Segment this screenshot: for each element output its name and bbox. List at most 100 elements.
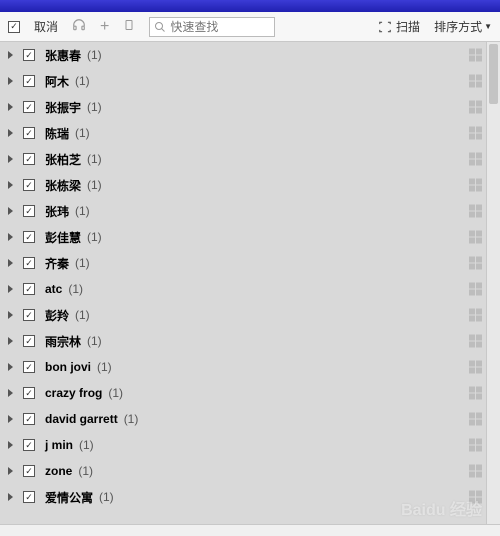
grid-view-icon[interactable] <box>469 257 482 270</box>
artist-name: 张柏芝 <box>45 151 81 168</box>
cancel-button[interactable]: 取消 <box>34 18 58 35</box>
grid-view-icon[interactable] <box>469 387 482 400</box>
grid-view-icon[interactable] <box>469 361 482 374</box>
row-checkbox[interactable]: ✓ <box>23 205 35 217</box>
list-item[interactable]: ✓彭羚(1) <box>0 302 500 328</box>
disclosure-triangle-icon[interactable] <box>8 233 13 241</box>
grid-view-icon[interactable] <box>469 335 482 348</box>
disclosure-triangle-icon[interactable] <box>8 363 13 371</box>
grid-view-icon[interactable] <box>469 127 482 140</box>
list-item[interactable]: ✓雨宗林(1) <box>0 328 500 354</box>
disclosure-triangle-icon[interactable] <box>8 337 13 345</box>
list-item[interactable]: ✓atc(1) <box>0 276 500 302</box>
disclosure-triangle-icon[interactable] <box>8 77 13 85</box>
device-icon[interactable] <box>123 18 135 35</box>
grid-view-icon[interactable] <box>469 75 482 88</box>
list-item[interactable]: ✓ 陈瑞 (1) <box>0 120 500 146</box>
status-bar <box>0 524 500 536</box>
track-count: (1) <box>75 126 90 140</box>
disclosure-triangle-icon[interactable] <box>8 389 13 397</box>
disclosure-triangle-icon[interactable] <box>8 467 13 475</box>
grid-view-icon[interactable] <box>469 465 482 478</box>
list-item[interactable]: ✓张惠春(1) <box>0 42 500 68</box>
track-count: (1) <box>68 282 83 296</box>
row-checkbox[interactable]: ✓ <box>23 335 35 347</box>
scrollbar[interactable] <box>486 42 500 524</box>
row-checkbox[interactable]: ✓ <box>23 361 35 373</box>
track-count: (1) <box>87 48 102 62</box>
grid-view-icon[interactable] <box>469 309 482 322</box>
grid-view-icon[interactable] <box>469 179 482 192</box>
track-count: (1) <box>75 204 90 218</box>
list-item[interactable]: ✓彭佳慧(1) <box>0 224 500 250</box>
grid-view-icon[interactable] <box>469 49 482 62</box>
row-checkbox[interactable]: ✓ <box>23 491 35 503</box>
grid-view-icon[interactable] <box>469 153 482 166</box>
row-checkbox[interactable]: ✓ <box>23 387 35 399</box>
list-item[interactable]: ✓张栋梁(1) <box>0 172 500 198</box>
row-checkbox[interactable]: ✓ <box>23 75 35 87</box>
list-item[interactable]: ✓j min(1) <box>0 432 500 458</box>
row-checkbox[interactable]: ✓ <box>23 283 35 295</box>
grid-view-icon[interactable] <box>469 413 482 426</box>
row-checkbox[interactable]: ✓ <box>23 127 35 139</box>
search-box[interactable] <box>149 17 275 37</box>
track-count: (1) <box>124 412 139 426</box>
row-checkbox[interactable]: ✓ <box>23 413 35 425</box>
search-input[interactable] <box>170 20 270 34</box>
disclosure-triangle-icon[interactable] <box>8 441 13 449</box>
disclosure-triangle-icon[interactable] <box>8 103 13 111</box>
select-all-checkbox[interactable]: ✓ <box>8 21 20 33</box>
row-checkbox[interactable]: ✓ <box>23 153 35 165</box>
disclosure-triangle-icon[interactable] <box>8 259 13 267</box>
list-item[interactable]: ✓bon jovi(1) <box>0 354 500 380</box>
row-checkbox[interactable]: ✓ <box>23 101 35 113</box>
headphones-icon[interactable] <box>72 18 86 35</box>
list-item[interactable]: ✓齐秦(1) <box>0 250 500 276</box>
disclosure-triangle-icon[interactable] <box>8 129 13 137</box>
list-item[interactable]: ✓zone(1) <box>0 458 500 484</box>
artist-name: 彭佳慧 <box>45 229 81 246</box>
scan-label: 扫描 <box>396 18 420 35</box>
list-item[interactable]: ✓张振宇(1) <box>0 94 500 120</box>
disclosure-triangle-icon[interactable] <box>8 155 13 163</box>
artist-name: 陈瑞 <box>45 125 69 142</box>
track-count: (1) <box>87 100 102 114</box>
scan-button[interactable]: 扫描 <box>378 18 420 35</box>
disclosure-triangle-icon[interactable] <box>8 415 13 423</box>
disclosure-triangle-icon[interactable] <box>8 285 13 293</box>
grid-view-icon[interactable] <box>469 231 482 244</box>
disclosure-triangle-icon[interactable] <box>8 207 13 215</box>
row-checkbox[interactable]: ✓ <box>23 231 35 243</box>
track-count: (1) <box>87 152 102 166</box>
grid-view-icon[interactable] <box>469 491 482 504</box>
row-checkbox[interactable]: ✓ <box>23 465 35 477</box>
plus-icon[interactable]: + <box>100 18 109 36</box>
sort-button[interactable]: 排序方式 ▼ <box>434 18 492 35</box>
list-item[interactable]: ✓david garrett(1) <box>0 406 500 432</box>
list-item[interactable]: ✓爱情公寓(1) <box>0 484 500 510</box>
disclosure-triangle-icon[interactable] <box>8 493 13 501</box>
disclosure-triangle-icon[interactable] <box>8 311 13 319</box>
grid-view-icon[interactable] <box>469 101 482 114</box>
scroll-thumb[interactable] <box>489 44 498 104</box>
list-item[interactable]: ✓crazy frog(1) <box>0 380 500 406</box>
row-checkbox[interactable]: ✓ <box>23 257 35 269</box>
list-item[interactable]: ✓阿木(1) <box>0 68 500 94</box>
disclosure-triangle-icon[interactable] <box>8 51 13 59</box>
row-checkbox[interactable]: ✓ <box>23 179 35 191</box>
grid-view-icon[interactable] <box>469 283 482 296</box>
grid-view-icon[interactable] <box>469 439 482 452</box>
list-item[interactable]: ✓ 张玮 (1) <box>0 198 500 224</box>
artist-name: 爱情公寓 <box>45 489 93 506</box>
artist-name: crazy frog <box>45 386 102 400</box>
disclosure-triangle-icon[interactable] <box>8 181 13 189</box>
grid-view-icon[interactable] <box>469 205 482 218</box>
row-checkbox[interactable]: ✓ <box>23 439 35 451</box>
track-count: (1) <box>75 74 90 88</box>
list-item[interactable]: ✓ 张柏芝 (1) <box>0 146 500 172</box>
artist-name: 张栋梁 <box>45 177 81 194</box>
artist-name: 张玮 <box>45 203 69 220</box>
row-checkbox[interactable]: ✓ <box>23 309 35 321</box>
row-checkbox[interactable]: ✓ <box>23 49 35 61</box>
